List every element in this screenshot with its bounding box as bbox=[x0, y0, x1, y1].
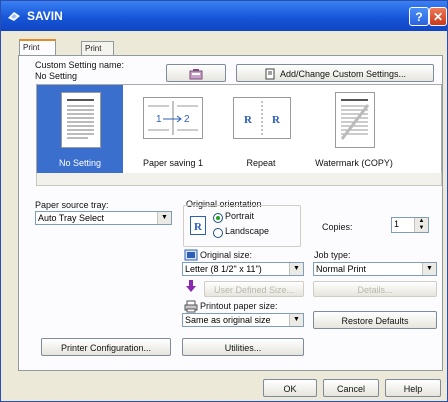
close-icon[interactable]: ✕ bbox=[429, 7, 447, 26]
preset-no-setting[interactable]: No Setting bbox=[37, 85, 123, 174]
job-type-select[interactable]: Normal Print ▼ bbox=[313, 262, 437, 276]
restore-defaults-button[interactable]: Restore Defaults bbox=[313, 311, 437, 329]
help-title-button[interactable]: ? bbox=[409, 7, 429, 26]
utilities-button[interactable]: Utilities... bbox=[182, 338, 304, 356]
save-setting-icon bbox=[189, 68, 203, 80]
custom-setting-label: Custom Setting name: bbox=[35, 60, 125, 70]
svg-text:R: R bbox=[272, 114, 281, 126]
tab-print-quality[interactable]: Print Quality bbox=[81, 41, 114, 67]
paper-source-value: Auto Tray Select bbox=[38, 213, 105, 223]
printout-size-value: Same as original size bbox=[185, 315, 271, 325]
preset-label: No Setting bbox=[58, 158, 102, 168]
original-size-value: Letter (8 1/2" x 11") bbox=[185, 264, 262, 274]
paper-source-label: Paper source tray: bbox=[35, 200, 109, 210]
preset-label: Watermark (COPY) bbox=[315, 158, 393, 168]
chevron-down-icon: ▼ bbox=[289, 314, 303, 326]
printout-size-select[interactable]: Same as original size ▼ bbox=[182, 313, 304, 327]
copies-value: 1 bbox=[394, 219, 400, 229]
chevron-down-icon: ▼ bbox=[157, 212, 171, 224]
copies-spinner[interactable]: 1 ▲ ▼ bbox=[391, 217, 429, 233]
svg-text:R: R bbox=[244, 114, 253, 126]
preset-list: No Setting 1 2 Paper saving 1 R R Repeat… bbox=[36, 84, 442, 175]
svg-text:1: 1 bbox=[156, 114, 162, 125]
svg-text:2: 2 bbox=[184, 114, 190, 125]
landscape-radio[interactable] bbox=[213, 228, 223, 238]
two-up-icon: 1 2 bbox=[143, 97, 203, 139]
ok-button[interactable]: OK bbox=[263, 379, 317, 397]
preset-label: Paper saving 1 bbox=[142, 158, 204, 168]
arrow-down-icon bbox=[186, 280, 196, 292]
original-size-select[interactable]: Letter (8 1/2" x 11") ▼ bbox=[182, 262, 304, 276]
printer-icon bbox=[184, 300, 198, 313]
svg-text:R: R bbox=[194, 221, 203, 233]
user-defined-size-button[interactable]: User Defined Size... bbox=[204, 281, 304, 297]
preset-label: Repeat bbox=[246, 158, 276, 168]
title-bar[interactable]: SAVIN ? ✕ bbox=[1, 1, 447, 31]
details-button[interactable]: Details... bbox=[313, 281, 437, 297]
chevron-down-icon: ▼ bbox=[422, 263, 436, 275]
document-thumbnail-icon bbox=[61, 92, 101, 148]
custom-setting-value: No Setting bbox=[35, 71, 78, 81]
preset-repeat[interactable]: R R Repeat bbox=[223, 85, 299, 174]
window-title: SAVIN bbox=[27, 9, 63, 23]
printer-configuration-button[interactable]: Printer Configuration... bbox=[41, 338, 171, 356]
preset-paper-saving-1[interactable]: 1 2 Paper saving 1 bbox=[123, 85, 223, 174]
portrait-preview-icon: R bbox=[190, 216, 206, 235]
printout-size-label: Printout paper size: bbox=[200, 301, 278, 311]
job-type-value: Normal Print bbox=[316, 264, 367, 274]
watermark-icon bbox=[335, 92, 375, 148]
original-size-icon bbox=[184, 249, 198, 261]
landscape-label: Landscape bbox=[225, 226, 270, 236]
chevron-down-icon: ▼ bbox=[289, 263, 303, 275]
job-type-label: Job type: bbox=[314, 250, 351, 260]
printer-properties-dialog: SAVIN ? ✕ Print Settings Print Quality C… bbox=[0, 0, 448, 402]
add-change-custom-settings-button[interactable]: Add/Change Custom Settings... bbox=[236, 64, 434, 82]
cancel-button[interactable]: Cancel bbox=[323, 379, 379, 397]
paper-source-select[interactable]: Auto Tray Select ▼ bbox=[35, 211, 172, 225]
portrait-label: Portrait bbox=[225, 211, 255, 221]
help-button[interactable]: Help bbox=[385, 379, 441, 397]
document-edit-icon bbox=[265, 68, 275, 80]
copies-label: Copies: bbox=[322, 222, 353, 232]
printer-app-icon bbox=[8, 12, 20, 21]
save-setting-button[interactable] bbox=[166, 64, 226, 82]
add-change-label: Add/Change Custom Settings... bbox=[279, 69, 407, 79]
preset-watermark-copy[interactable]: Watermark (COPY) bbox=[299, 85, 409, 174]
preset-scrollbar[interactable] bbox=[36, 173, 442, 186]
original-size-label: Original size: bbox=[200, 250, 253, 260]
repeat-icon: R R bbox=[233, 97, 291, 139]
portrait-radio[interactable] bbox=[213, 213, 223, 223]
spinner-arrows-icon[interactable]: ▲ ▼ bbox=[414, 218, 428, 232]
